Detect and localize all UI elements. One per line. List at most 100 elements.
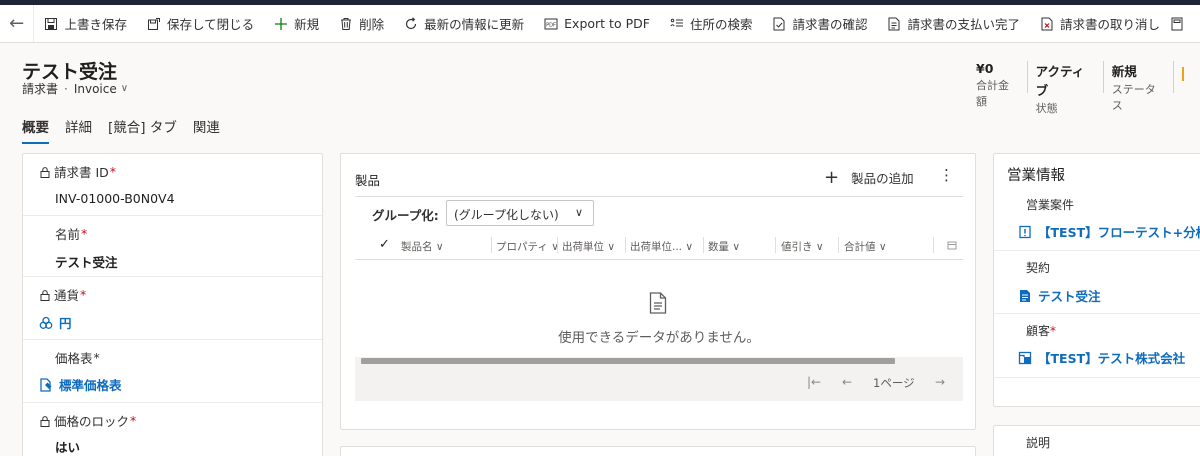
tab-conflict[interactable]: [競合] タブ <box>108 116 177 144</box>
required-marker: * <box>130 413 137 428</box>
customer-value: 【TEST】テスト株式会社 <box>1038 351 1186 366</box>
header-more-icon <box>1182 67 1184 81</box>
currency-label: 通貨 <box>54 288 80 303</box>
contract-value-link[interactable]: テスト受注 <box>1018 286 1101 305</box>
column-discount[interactable]: 値引き ∨ <box>781 239 824 254</box>
contract-field[interactable]: 契約 テスト受注 <box>994 251 1200 314</box>
overflow-command-button[interactable] <box>1170 5 1200 42</box>
address-search-button[interactable]: 住所の検索 <box>660 5 763 42</box>
header-field-more[interactable] <box>1182 61 1192 93</box>
column-quantity[interactable]: 数量 ∨ <box>708 239 740 254</box>
invoice-paid-icon <box>887 17 901 31</box>
opportunity-field[interactable]: 営業案件 【TEST】フローテスト+分析 <box>994 188 1200 251</box>
confirm-invoice-label: 請求書の確認 <box>792 17 868 32</box>
customer-value-link[interactable]: 【TEST】テスト株式会社 <box>1018 348 1185 367</box>
header-field-state: アクティブ 状態 <box>1036 61 1104 115</box>
cancel-invoice-button[interactable]: 請求書の取り消し <box>1030 5 1170 42</box>
price-list-label-wrap: 価格表 * <box>55 348 100 367</box>
sales-info-card: 営業情報 営業案件 【TEST】フローテスト+分析 契約 テスト受注 顧客* 【… <box>993 153 1200 407</box>
empty-message: 使用できるデータがありません。 <box>558 330 760 346</box>
save-button[interactable]: 上書き保存 <box>34 5 137 42</box>
header-field-total: ¥0 合計金額 <box>976 61 1028 108</box>
save-and-close-button[interactable]: 保存して閉じる <box>137 5 264 42</box>
currency-field[interactable]: 通貨 * 円 <box>23 277 324 340</box>
header-field-status: 新規 ステータス <box>1111 61 1174 112</box>
group-by-select[interactable]: (グループ化しない) ∨ <box>446 200 594 226</box>
required-marker: * <box>81 226 88 241</box>
delete-button-label: 削除 <box>359 17 385 32</box>
tab-summary[interactable]: 概要 <box>22 116 49 144</box>
first-page-icon[interactable]: |← <box>807 375 821 389</box>
currency-label-wrap: 通貨 * <box>39 285 86 304</box>
select-all-checkmark-icon[interactable]: ✓ <box>379 237 390 252</box>
cancel-invoice-label: 請求書の取り消し <box>1059 17 1160 32</box>
name-field[interactable]: 名前 * テスト受注 <box>23 216 324 277</box>
entity-form-selector[interactable]: 請求書 · Invoice ∨ <box>22 80 128 97</box>
tab-related[interactable]: 関連 <box>193 116 220 144</box>
price-lock-field[interactable]: 価格のロック * はい <box>23 403 324 456</box>
plus-icon: + <box>824 166 840 188</box>
column-separator <box>491 237 492 253</box>
refresh-icon <box>404 16 418 31</box>
customer-label-wrap: 顧客* <box>1026 322 1056 339</box>
opportunity-value-link[interactable]: 【TEST】フローテスト+分析 <box>1018 222 1200 241</box>
address-search-icon <box>670 17 684 31</box>
price-list-value: 標準価格表 <box>59 378 122 393</box>
required-marker: * <box>80 287 87 302</box>
products-subgrid-card: 製品 + 製品の追加 ⋮ グループ化: (グループ化しない) ∨ ✓ 製品名 ∨… <box>340 153 976 430</box>
currency-icon <box>39 316 53 329</box>
required-marker: * <box>1050 324 1057 338</box>
column-separator <box>838 237 839 253</box>
save-and-close-label: 保存して閉じる <box>166 17 255 32</box>
invoice-id-label-wrap: 請求書 ID * <box>39 162 116 181</box>
entity-separator: · <box>64 81 68 96</box>
invoice-cancel-icon <box>1040 17 1054 31</box>
required-marker: * <box>109 164 117 179</box>
group-by-value: (グループ化しない) <box>454 208 559 222</box>
add-product-label: 製品の追加 <box>851 171 914 186</box>
invoice-id-field[interactable]: 請求書 ID * INV-01000-B0N0V4 <box>23 154 324 216</box>
invoice-paid-button[interactable]: 請求書の支払い完了 <box>877 5 1030 42</box>
save-icon <box>44 17 58 31</box>
description-card: 説明 <box>993 425 1200 456</box>
customer-field[interactable]: 顧客* 【TEST】テスト株式会社 <box>994 314 1200 378</box>
back-button[interactable]: ← <box>0 5 35 42</box>
add-product-button[interactable]: + 製品の追加 <box>824 168 914 187</box>
trash-icon <box>339 17 353 31</box>
chevron-down-icon: ∨ <box>120 83 129 94</box>
column-property[interactable]: プロパティ ∨ <box>496 239 559 254</box>
price-list-value-link[interactable]: 標準価格表 <box>40 375 122 394</box>
plus-icon <box>274 17 288 31</box>
column-separator <box>557 237 558 253</box>
price-list-field[interactable]: 価格表 * 標準価格表 <box>23 340 324 403</box>
description-label: 説明 <box>1026 436 1051 450</box>
save-button-label: 上書き保存 <box>64 17 127 32</box>
currency-value-link[interactable]: 円 <box>39 313 72 332</box>
refresh-button[interactable]: 最新の情報に更新 <box>394 5 534 42</box>
empty-state: 使用できるデータがありません。 <box>355 260 963 360</box>
column-separator <box>625 237 626 253</box>
delete-button[interactable]: 削除 <box>329 5 394 42</box>
price-list-icon <box>40 377 52 392</box>
column-unit-label: 出荷単位 <box>562 241 604 253</box>
more-commands-icon[interactable]: ⋮ <box>939 166 954 184</box>
header-field-state-label: 状態 <box>1035 102 1058 115</box>
header-field-status-value: 新規 <box>1111 64 1137 79</box>
column-settings-icon[interactable] <box>947 240 957 250</box>
column-unit-2[interactable]: 出荷単位... ∨ <box>630 239 693 254</box>
column-product-name[interactable]: 製品名 ∨ <box>401 239 444 254</box>
secondary-section-card <box>340 446 976 456</box>
new-button[interactable]: 新規 <box>264 5 329 42</box>
column-total[interactable]: 合計値 ∨ <box>844 239 887 254</box>
prev-page-icon[interactable]: ← <box>842 375 852 389</box>
grid-divider <box>355 196 963 197</box>
column-unit[interactable]: 出荷単位 ∨ <box>562 239 615 254</box>
confirm-invoice-button[interactable]: 請求書の確認 <box>762 5 877 42</box>
scrollbar-thumb[interactable] <box>361 358 895 364</box>
export-pdf-button[interactable]: PDF Export to PDF <box>534 5 660 42</box>
next-page-icon[interactable]: → <box>935 375 945 389</box>
tab-details[interactable]: 詳細 <box>65 116 92 144</box>
header-fields: ¥0 合計金額 アクティブ 状態 新規 ステータス <box>976 61 1200 115</box>
price-list-label: 価格表 <box>55 351 93 366</box>
horizontal-scrollbar[interactable] <box>355 357 963 365</box>
